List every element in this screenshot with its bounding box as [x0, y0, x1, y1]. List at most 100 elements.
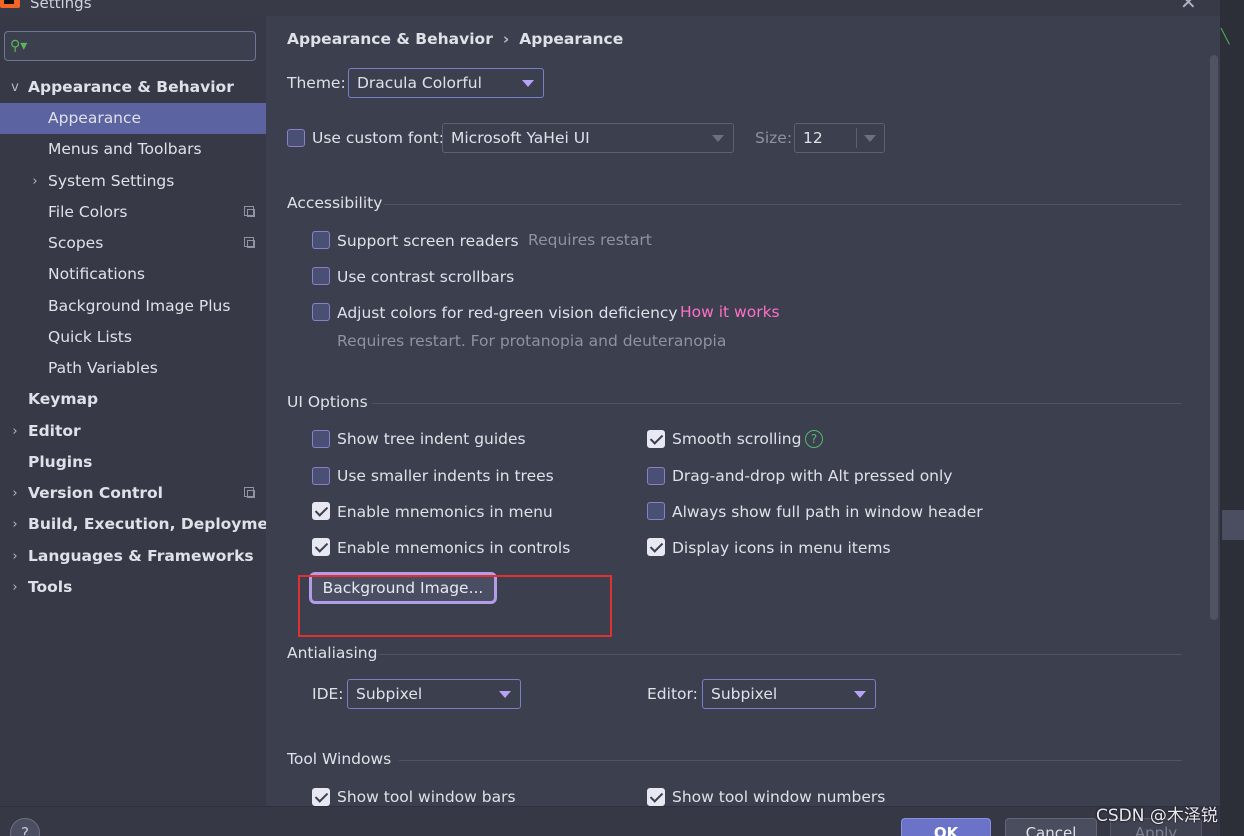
- close-icon[interactable]: ✕: [1180, 0, 1197, 12]
- how-it-works-link[interactable]: How it works: [680, 302, 780, 322]
- app-icon: [0, 0, 20, 8]
- use-custom-font-label: Use custom font:: [312, 129, 444, 147]
- drag-drop-alt-checkbox[interactable]: [647, 467, 665, 485]
- theme-dropdown[interactable]: Dracula Colorful: [348, 68, 544, 98]
- chevron-down-icon: [712, 135, 724, 142]
- sidebar-item-label: Notifications: [48, 265, 146, 283]
- sidebar-item-appearance-behavior[interactable]: v Appearance & Behavior: [0, 72, 266, 103]
- mnemonics-menu-label: Enable mnemonics in menu: [337, 503, 553, 521]
- screen-readers-label: Support screen readers: [337, 232, 519, 250]
- font-size-combo[interactable]: 12: [794, 123, 885, 153]
- sidebar-item-label: System Settings: [48, 172, 175, 190]
- sidebar-item-label: Scopes: [48, 234, 104, 252]
- background-selection: [1222, 510, 1244, 540]
- drag-drop-alt-label: Drag-and-drop with Alt pressed only: [672, 467, 953, 485]
- icons-menu-items-checkbox[interactable]: [647, 538, 665, 556]
- requires-restart-note: Requires restart: [528, 231, 652, 249]
- sidebar-item-label: Version Control: [28, 484, 163, 502]
- sidebar-item-quick-lists[interactable]: Quick Lists: [0, 322, 266, 353]
- breadcrumb-current: Appearance: [519, 30, 624, 48]
- full-path-header-label: Always show full path in window header: [672, 503, 983, 521]
- smooth-scrolling-checkbox[interactable]: [647, 430, 665, 448]
- tree-indent-guides-checkbox[interactable]: [312, 430, 330, 448]
- smooth-scrolling-label: Smooth scrolling: [672, 430, 802, 448]
- font-size-label: Size:: [755, 129, 793, 147]
- tool-window-numbers-label: Show tool window numbers: [672, 788, 886, 806]
- search-input[interactable]: [4, 31, 256, 61]
- sidebar-item-label: Appearance & Behavior: [28, 78, 234, 96]
- sidebar-item-path-variables[interactable]: Path Variables: [0, 353, 266, 384]
- screen-readers-checkbox[interactable]: [312, 231, 330, 249]
- scrollbar-thumb[interactable]: [1210, 55, 1218, 620]
- sidebar-item-label: Appearance: [48, 109, 142, 127]
- red-green-label: Adjust colors for red-green vision defic…: [337, 304, 678, 322]
- sidebar-item-file-colors[interactable]: File Colors: [0, 197, 266, 228]
- window-title: Settings: [30, 0, 92, 12]
- red-green-checkbox[interactable]: [312, 303, 330, 321]
- ide-antialiasing-value: Subpixel: [356, 685, 423, 703]
- chevron-down-icon: [522, 80, 534, 87]
- sidebar-item-label: Quick Lists: [48, 328, 132, 346]
- cancel-button[interactable]: Cancel: [1005, 818, 1097, 836]
- sidebar-item-plugins[interactable]: Plugins: [0, 447, 266, 478]
- combo-divider: [856, 128, 857, 148]
- sidebar-item-label: Path Variables: [48, 359, 158, 377]
- help-icon[interactable]: ?: [805, 430, 823, 448]
- sidebar-item-scopes[interactable]: Scopes: [0, 228, 266, 259]
- ide-antialiasing-label: IDE:: [312, 685, 344, 703]
- sidebar-item-background-image-plus[interactable]: Background Image Plus: [0, 291, 266, 322]
- smaller-indents-checkbox[interactable]: [312, 467, 330, 485]
- antialiasing-section-title: Antialiasing: [287, 644, 378, 662]
- chevron-down-icon: [499, 691, 511, 698]
- font-dropdown[interactable]: Microsoft YaHei UI: [442, 123, 734, 153]
- sidebar-item-build-execution[interactable]: › Build, Execution, Deployment: [0, 509, 286, 540]
- use-custom-font-checkbox[interactable]: [287, 129, 305, 147]
- tool-window-numbers-checkbox[interactable]: [647, 788, 665, 806]
- tool-windows-section-title: Tool Windows: [287, 750, 392, 768]
- sidebar-item-keymap[interactable]: Keymap: [0, 384, 266, 415]
- sidebar-item-label: File Colors: [48, 203, 128, 221]
- sidebar-item-languages-frameworks[interactable]: › Languages & Frameworks: [0, 541, 266, 572]
- chevron-right-icon: ›: [12, 517, 18, 532]
- font-size-value: 12: [803, 129, 823, 147]
- title-bar: [0, 0, 1220, 16]
- editor-antialiasing-dropdown[interactable]: Subpixel: [702, 679, 876, 709]
- section-divider: [384, 204, 1182, 205]
- mnemonics-controls-label: Enable mnemonics in controls: [337, 539, 571, 557]
- chevron-right-icon: ›: [32, 174, 38, 189]
- sidebar-item-version-control[interactable]: › Version Control: [0, 478, 266, 509]
- sidebar-item-tools[interactable]: › Tools: [0, 572, 266, 603]
- theme-value: Dracula Colorful: [357, 74, 482, 92]
- ui-options-section-title: UI Options: [287, 393, 368, 411]
- project-scope-icon: [244, 206, 255, 217]
- project-scope-icon: [244, 237, 255, 248]
- background-window: [1220, 0, 1244, 836]
- sidebar-item-notifications[interactable]: Notifications: [0, 259, 266, 290]
- tool-window-bars-checkbox[interactable]: [312, 788, 330, 806]
- ide-antialiasing-dropdown[interactable]: Subpixel: [347, 679, 521, 709]
- sidebar-item-label: Build, Execution, Deployment: [28, 515, 287, 533]
- sidebar-item-label: Background Image Plus: [48, 297, 231, 315]
- accessibility-section-title: Accessibility: [287, 194, 383, 212]
- sidebar-item-system-settings[interactable]: › System Settings: [0, 166, 266, 197]
- chevron-down-icon: v: [11, 80, 19, 95]
- editor-antialiasing-value: Subpixel: [711, 685, 778, 703]
- mnemonics-menu-checkbox[interactable]: [312, 502, 330, 520]
- sidebar-item-label: Languages & Frameworks: [28, 547, 254, 565]
- breadcrumb: Appearance & Behavior › Appearance: [287, 29, 623, 49]
- icons-menu-items-label: Display icons in menu items: [672, 539, 891, 557]
- font-value: Microsoft YaHei UI: [451, 129, 590, 147]
- sidebar-item-appearance[interactable]: Appearance: [0, 103, 266, 134]
- mnemonics-controls-checkbox[interactable]: [312, 538, 330, 556]
- sidebar-item-menus-toolbars[interactable]: Menus and Toolbars: [0, 134, 266, 165]
- breadcrumb-parent[interactable]: Appearance & Behavior: [287, 30, 493, 48]
- sidebar-item-label: Editor: [28, 422, 81, 440]
- contrast-scrollbars-checkbox[interactable]: [312, 267, 330, 285]
- tool-window-bars-label: Show tool window bars: [337, 788, 516, 806]
- ok-button[interactable]: OK: [901, 818, 991, 836]
- tree-indent-guides-label: Show tree indent guides: [337, 430, 526, 448]
- sidebar-item-label: Plugins: [28, 453, 93, 471]
- full-path-header-checkbox[interactable]: [647, 502, 665, 520]
- smaller-indents-label: Use smaller indents in trees: [337, 467, 554, 485]
- sidebar-item-editor[interactable]: › Editor: [0, 416, 266, 447]
